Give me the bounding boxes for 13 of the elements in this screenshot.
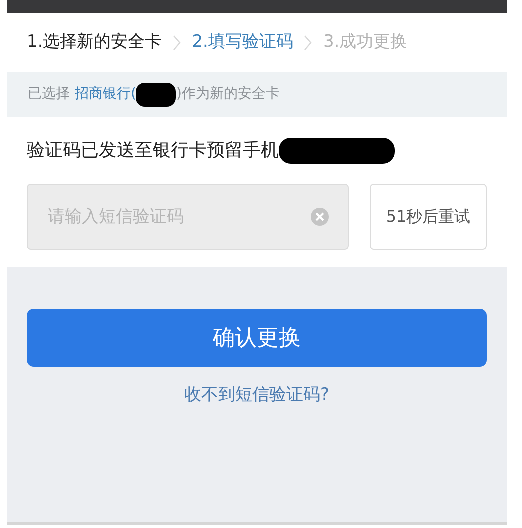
chevron-icon bbox=[303, 34, 314, 52]
confirm-button[interactable]: 确认更换 bbox=[27, 309, 487, 367]
redaction-mark bbox=[136, 82, 176, 106]
notice-text: )作为新的安全卡 bbox=[176, 85, 280, 104]
help-link[interactable]: 收不到短信验证码? bbox=[184, 383, 330, 408]
notice-text: 已选择 bbox=[28, 85, 70, 104]
step-label: 2.填写验证码 bbox=[192, 30, 294, 54]
bank-name: 招商银行( bbox=[75, 85, 136, 104]
chevron-icon bbox=[172, 34, 182, 52]
clear-icon[interactable] bbox=[311, 208, 329, 226]
step-label: 1.选择新的安全卡 bbox=[27, 30, 162, 54]
step-label: 3.成功更换 bbox=[323, 30, 408, 54]
sent-message: 验证码已发送至银行卡预留手机 bbox=[27, 139, 279, 163]
